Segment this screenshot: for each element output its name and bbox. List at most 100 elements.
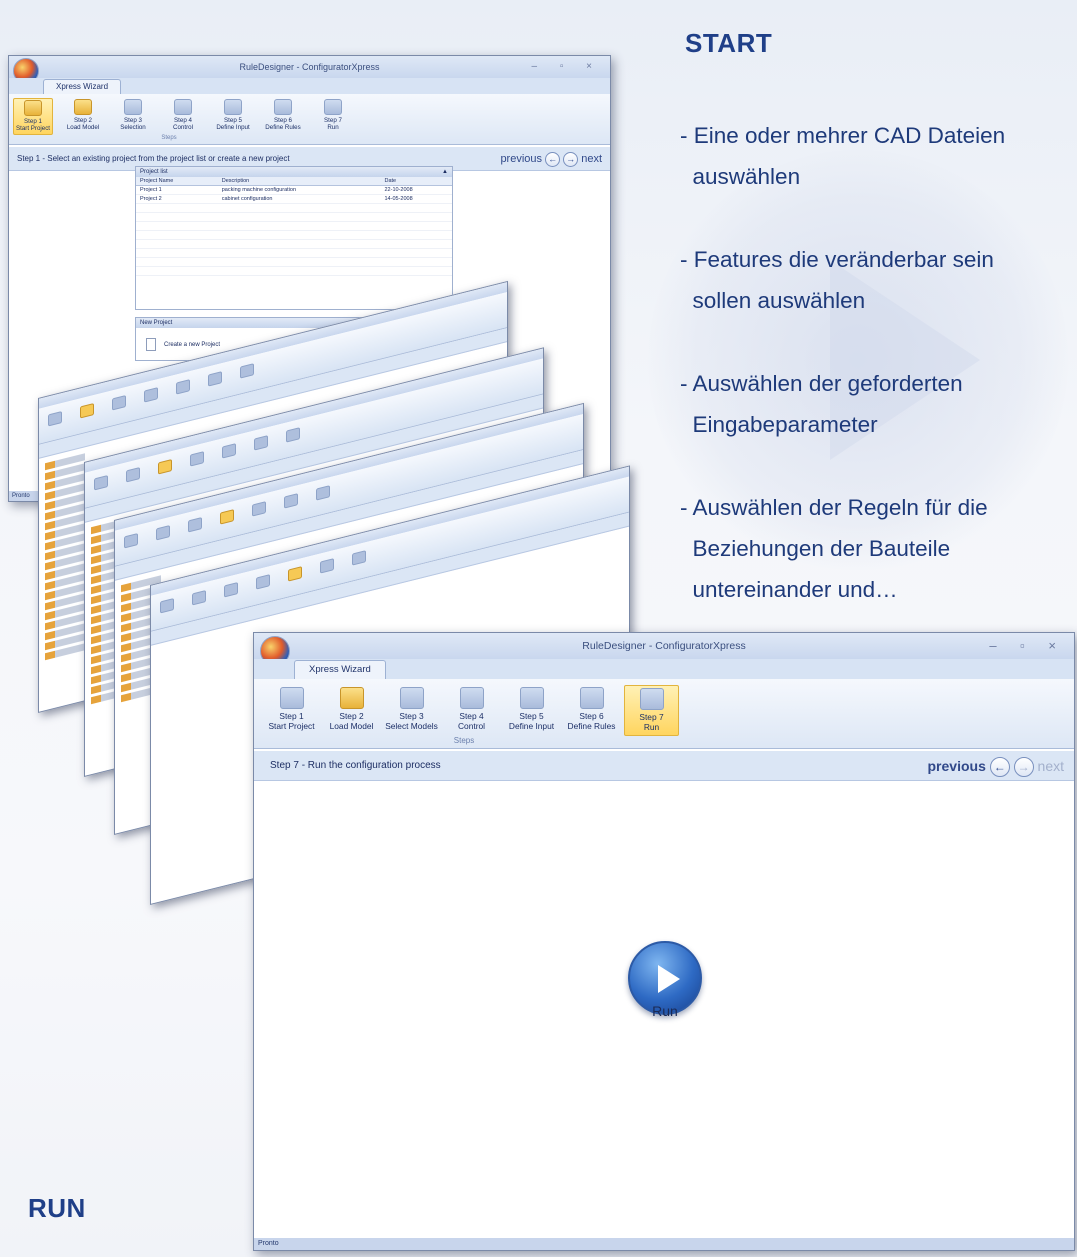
play-icon [658,965,680,993]
panel-header: Project list ▲ [136,167,452,177]
table-cell: Project 2 [136,194,218,204]
feature-line: - Eine oder mehrer CAD Dateien [680,123,1006,148]
run-icon [324,99,342,115]
input-icon [519,687,544,709]
step-4-button[interactable]: Step 4 Control [163,98,203,135]
step-sublabel: Start Project [15,125,51,132]
window-title: RuleDesigner - ConfiguratorXpress [582,640,746,652]
feature-line: Eingabeparameter [680,412,878,437]
step-3-button[interactable]: Step 3 Selection [113,98,153,135]
project-icon [48,411,62,427]
run-label: Run [652,1003,678,1019]
run-icon [352,550,366,566]
ribbon: Step 1 Start Project Step 2 Load Model Ste… [254,679,1074,749]
rules-icon [208,371,222,387]
previous-label: previous [500,153,543,165]
window-step7: RuleDesigner - ConfiguratorXpress – ▫ × … [253,632,1075,1251]
tab-xpress-wizard[interactable]: Xpress Wizard [294,660,386,679]
run-icon [639,688,664,710]
panel-title: Project list [140,169,168,175]
project-icon [160,598,174,614]
feature-list-item: - Features die veränderbar sein sollen a… [680,239,1075,321]
step-5-button[interactable]: Step 5 Define Input [504,685,559,736]
selection-icon [158,459,172,475]
table-cell: packing machine configuration [217,185,381,195]
run-icon [240,363,254,379]
input-icon [252,501,266,517]
control-icon [174,99,192,115]
next-label: next [1037,758,1064,774]
step-2-button[interactable]: Step 2 Load Model [324,685,379,736]
table-row[interactable]: Project 2 cabinet configuration 14-05-20… [136,194,452,204]
step-description-bar: Step 7 - Run the configuration process p… [254,751,1074,781]
run-heading: RUN [28,1193,86,1223]
step-sublabel: Selection [120,124,146,131]
step-description: Step 1 - Select an existing project from… [17,154,290,163]
next-label: next [581,153,602,165]
table-row[interactable]: Project 1 packing machine configuration … [136,185,452,195]
column-header[interactable]: Date [380,177,452,186]
step-6-button[interactable]: Step 6 Define Rules [564,685,619,736]
step-label: Step 3 [124,117,142,124]
window-controls[interactable]: – ▫ × [531,56,602,78]
title-bar: RuleDesigner - ConfiguratorXpress – ▫ × [9,56,610,84]
step-1-button[interactable]: Step 1 Start Project [13,98,53,135]
feature-line: untereinander und… [680,577,898,602]
run-icon [286,427,300,443]
step-5-button[interactable]: Step 5 Define Input [213,98,253,135]
feature-line: - Auswählen der geforderten [680,371,963,396]
load-model-icon [192,590,206,606]
control-icon [144,387,158,403]
next-arrow-icon[interactable]: → [563,151,579,167]
create-project-label: Create a new Project [164,342,221,349]
load-model-icon [156,525,170,541]
rules-icon [254,435,268,451]
step-1-button[interactable]: Step 1 Start Project [264,685,319,736]
steps-group-label: Steps [161,135,177,141]
table-cell: Project 1 [136,185,218,195]
selection-icon [188,517,202,533]
step-4-button[interactable]: Step 4 Control [444,685,499,736]
step-sublabel: Run [327,124,339,131]
load-model-icon [126,467,140,483]
step-sublabel: Define Rules [567,720,616,731]
tab-xpress-wizard[interactable]: Xpress Wizard [43,79,122,94]
collapse-icon[interactable]: ▲ [442,167,448,177]
previous-arrow-icon[interactable]: ← [545,151,561,167]
step-description: Step 7 - Run the configuration process [270,760,441,771]
feature-list: - Eine oder mehrer CAD Dateien auswählen… [680,115,1075,652]
load-model-icon [339,687,364,709]
wizard-nav: previous ← → next [500,147,602,171]
step-6-button[interactable]: Step 6 Define Rules [263,98,303,135]
column-header[interactable]: Project Name [136,177,218,186]
selection-icon [399,687,424,709]
step-7-button[interactable]: Step 7 Run [313,98,353,135]
control-icon [220,509,234,525]
control-icon [256,574,270,590]
feature-line: auswählen [680,164,801,189]
load-model-icon [80,403,94,419]
document-icon [146,338,156,351]
step-2-button[interactable]: Step 2 Load Model [63,98,103,135]
step-sublabel: Define Input [508,720,555,731]
previous-arrow-icon[interactable]: ← [989,757,1010,778]
panel-title: New Project [140,320,173,326]
step-sublabel: Control [173,124,193,131]
control-icon [190,451,204,467]
step-sublabel: Run [643,721,660,732]
step-7-button[interactable]: Step 7 Run [624,685,679,736]
previous-label: previous [927,758,986,774]
step-label: Step 5 [224,117,242,124]
step-sublabel: Start Project [268,720,315,731]
window-controls[interactable]: – ▫ × [989,633,1066,659]
step-sublabel: Load Model [66,124,100,131]
step-3-button[interactable]: Step 3 Select Models [384,685,439,736]
ribbon-tabs: Xpress Wizard [254,659,1074,679]
feature-list-item: - Auswählen der geforderten Eingabeparam… [680,363,1075,445]
feature-line: - Auswählen der Regeln für die [680,495,988,520]
steps-group: Step 1 Start Project Step 2 Load Model Ste… [254,679,1074,736]
column-header[interactable]: Description [217,177,381,186]
rules-icon [284,493,298,509]
control-icon [459,687,484,709]
next-arrow-icon[interactable]: → [1013,757,1034,778]
